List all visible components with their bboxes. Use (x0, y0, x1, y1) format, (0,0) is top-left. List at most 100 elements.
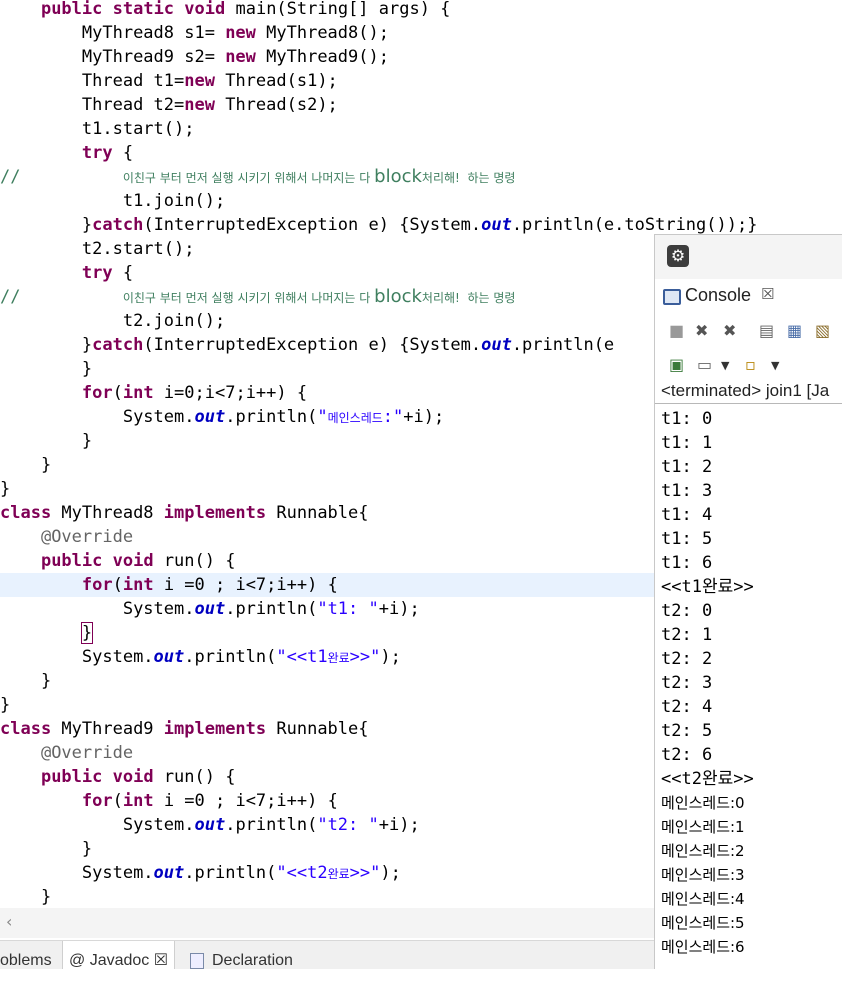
remove-launch-icon[interactable]: ✖ (695, 321, 708, 340)
display-console-icon[interactable]: ▭ (697, 355, 712, 374)
console-line: 메인스레드:6 (661, 938, 745, 956)
code-token: t2.start(); (81, 239, 195, 259)
code-token: class (0, 503, 52, 523)
code-token: 완료 (327, 867, 350, 881)
code-token: " (317, 407, 328, 427)
tab-javadoc[interactable]: @ Javadoc ☒ (62, 941, 176, 969)
code-token: 처리해! 하는 명령 (421, 291, 516, 305)
code-line[interactable]: Thread t1=new Thread(s1); (0, 69, 842, 93)
chevron-down-icon[interactable]: ▼ (771, 359, 779, 372)
code-token: +i); (403, 407, 445, 427)
code-token: int (122, 791, 154, 811)
close-icon[interactable]: ☒ (761, 285, 774, 303)
console-tab[interactable]: Console ☒ (655, 283, 842, 311)
code-line[interactable]: MyThread9 s2= new MyThread9(); (0, 45, 842, 69)
code-token: new (184, 71, 215, 91)
console-toolbar-2: ▣ ▭ ▼ ▫ ▼ (655, 353, 842, 379)
scroll-lock-icon[interactable]: ▦ (787, 321, 802, 340)
horizontal-scrollbar[interactable]: ‹ (0, 908, 654, 938)
code-token: out (481, 335, 512, 355)
code-token: ); (380, 863, 401, 883)
code-token: Runnable{ (266, 719, 369, 739)
code-token: +i); (378, 599, 420, 619)
code-line[interactable]: MyThread8 s1= new MyThread8(); (0, 21, 842, 45)
chevron-down-icon[interactable]: ▼ (721, 359, 729, 372)
code-line[interactable]: public static void main(String[] args) { (0, 0, 842, 21)
code-token: MyThread9 s2= (81, 47, 226, 67)
bottom-view-tabs: oblems @ Javadoc ☒ Declaration (0, 940, 654, 969)
code-token: ( (112, 383, 123, 403)
code-token: // (0, 287, 123, 307)
code-token: { (112, 263, 134, 283)
code-token: System. (81, 863, 154, 883)
console-line: t2: 2 (661, 649, 713, 669)
code-token: } (81, 839, 93, 859)
tab-declaration[interactable]: Declaration (190, 941, 293, 969)
code-token: @Override (40, 527, 134, 547)
code-token: Thread t2= (81, 95, 185, 115)
console-line: <<t1완료>> (661, 577, 754, 597)
scroll-left-icon[interactable]: ‹ (6, 912, 12, 931)
code-token: ); (380, 647, 401, 667)
code-line[interactable]: // 이친구 부터 먼저 실행 시키기 위해서 나머지는 다 block처리해!… (0, 165, 842, 189)
code-token: implements (163, 503, 267, 523)
code-token: +i); (378, 815, 420, 835)
code-token: MyThread9(); (255, 47, 389, 67)
console-line: 메인스레드:5 (661, 914, 745, 932)
code-token: out (153, 647, 185, 667)
code-token: void (112, 767, 154, 787)
console-line: t1: 5 (661, 529, 713, 549)
console-line: t1: 2 (661, 457, 713, 477)
code-token: } (81, 431, 93, 451)
code-token: static (112, 0, 175, 19)
console-titlebar: ⚙ (655, 235, 842, 279)
code-token: 이친구 부터 먼저 실행 시키기 위해서 나머지는 다 (122, 171, 375, 185)
code-token: ( (112, 575, 123, 595)
code-token: MyThread9 (51, 719, 164, 739)
code-token: MyThread8 (51, 503, 164, 523)
console-tab-label: Console (685, 285, 752, 305)
code-token: new (184, 95, 215, 115)
pin-console-icon[interactable]: ▣ (669, 355, 684, 374)
tab-problems[interactable]: oblems (0, 941, 52, 969)
remove-all-icon[interactable]: ✖ (723, 321, 736, 340)
code-token: >>" (349, 863, 381, 883)
code-token: (InterruptedException e) {System. (143, 215, 482, 235)
code-token: .println( (184, 863, 277, 883)
code-token: } (40, 887, 52, 907)
code-token: Thread(s1); (214, 71, 338, 91)
open-console-icon[interactable]: ▫ (745, 355, 756, 374)
code-line[interactable]: t1.start(); (0, 117, 842, 141)
code-token: public (40, 767, 103, 787)
code-line[interactable]: try { (0, 141, 842, 165)
code-token: out (194, 407, 226, 427)
console-line: t1: 6 (661, 553, 713, 573)
code-token: out (194, 599, 226, 619)
code-token: new (225, 23, 256, 43)
code-token: .println(e (511, 335, 615, 355)
code-token: MyThread8 s1= (81, 23, 226, 43)
code-line[interactable]: Thread t2=new Thread(s2); (0, 93, 842, 117)
code-token: } (40, 455, 52, 475)
word-wrap-icon[interactable]: ▧ (815, 321, 830, 340)
console-line: <<t2완료>> (661, 769, 754, 789)
code-token: 이친구 부터 먼저 실행 시키기 위해서 나머지는 다 (122, 291, 375, 305)
code-token: t1.start(); (81, 119, 195, 139)
code-token: run() { (153, 551, 236, 571)
tab-declaration-label: Declaration (212, 952, 293, 969)
console-line: t1: 4 (661, 505, 713, 525)
code-token: block (374, 166, 422, 187)
code-token: { (112, 143, 134, 163)
code-token: .println( (225, 407, 318, 427)
code-token: "<<t2 (276, 863, 328, 883)
code-token: ( (112, 791, 123, 811)
code-token: implements (163, 719, 267, 739)
code-line[interactable]: t1.join(); (0, 189, 842, 213)
stop-icon[interactable]: ■ (669, 321, 684, 340)
clear-console-icon[interactable]: ▤ (759, 321, 774, 340)
code-token: void (112, 551, 154, 571)
code-token: i =0 ; i<7;i++) { (153, 575, 338, 595)
